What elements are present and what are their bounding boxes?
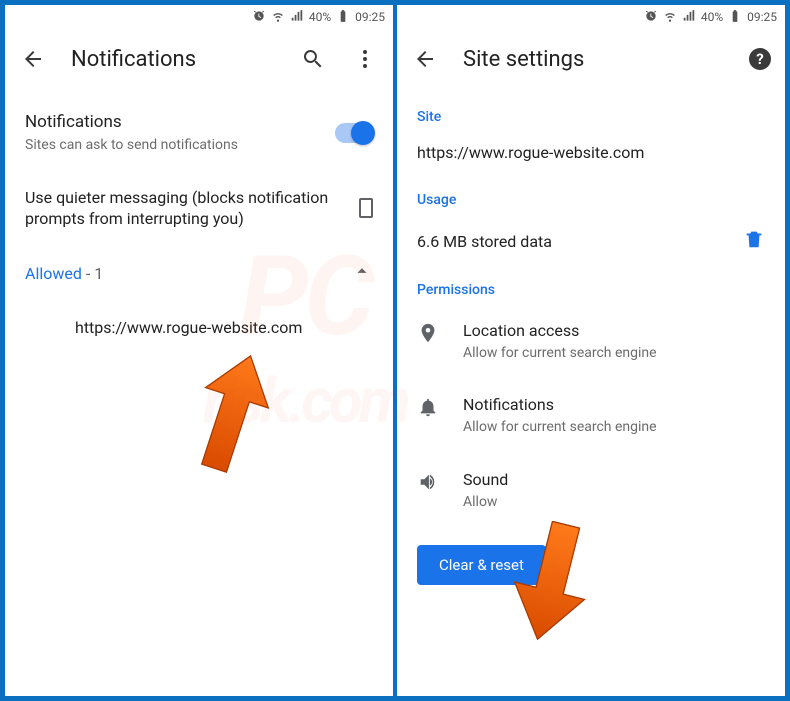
allowed-count: - 1 bbox=[86, 264, 103, 283]
wifi-icon bbox=[663, 9, 677, 26]
permission-sound-row[interactable]: Sound Allow bbox=[417, 453, 765, 527]
location-pin-icon bbox=[417, 320, 463, 344]
permission-subtext: Allow bbox=[463, 493, 765, 512]
overflow-menu-icon[interactable] bbox=[351, 45, 379, 73]
allowed-site-item[interactable]: https://www.rogue-website.com bbox=[25, 300, 373, 355]
back-arrow-icon[interactable] bbox=[19, 45, 47, 73]
battery-icon bbox=[728, 9, 742, 26]
quieter-checkbox[interactable] bbox=[359, 198, 373, 218]
speaker-icon bbox=[417, 469, 463, 493]
permission-title: Sound bbox=[463, 469, 765, 491]
wifi-icon bbox=[271, 9, 285, 26]
usage-row: 6.6 MB stored data bbox=[417, 214, 765, 268]
notifications-toggle-row[interactable]: Notifications Sites can ask to send noti… bbox=[25, 95, 373, 171]
section-site-label: Site bbox=[417, 95, 765, 131]
notifications-screen: 40% 09:25 Notifications Notifications Si… bbox=[3, 3, 395, 698]
notifications-switch[interactable] bbox=[335, 123, 373, 143]
notifications-label: Notifications bbox=[25, 111, 321, 134]
permission-title: Location access bbox=[463, 320, 765, 342]
battery-percent: 40% bbox=[309, 10, 331, 24]
clock-time: 09:25 bbox=[355, 10, 385, 24]
alarm-icon bbox=[252, 9, 266, 26]
bell-icon bbox=[417, 394, 463, 418]
quieter-label: Use quieter messaging (blocks notificati… bbox=[25, 187, 345, 230]
app-bar-left: Notifications bbox=[5, 29, 393, 89]
permission-subtext: Allow for current search engine bbox=[463, 344, 765, 363]
battery-percent: 40% bbox=[701, 10, 723, 24]
allowed-label: Allowed bbox=[25, 264, 82, 283]
status-bar-left: 40% 09:25 bbox=[5, 5, 393, 29]
clear-and-reset-button[interactable]: Clear & reset bbox=[417, 545, 546, 585]
alarm-icon bbox=[644, 9, 658, 26]
allowed-section-toggle[interactable]: Allowed - 1 bbox=[25, 246, 373, 300]
signal-icon bbox=[682, 9, 696, 26]
page-title: Notifications bbox=[71, 47, 275, 72]
quieter-messaging-row[interactable]: Use quieter messaging (blocks notificati… bbox=[25, 171, 373, 246]
usage-text: 6.6 MB stored data bbox=[417, 232, 743, 251]
notifications-subtext: Sites can ask to send notifications bbox=[25, 136, 321, 155]
help-icon[interactable]: ? bbox=[749, 48, 771, 70]
section-usage-label: Usage bbox=[417, 178, 765, 214]
permission-title: Notifications bbox=[463, 394, 765, 416]
permission-location-row[interactable]: Location access Allow for current search… bbox=[417, 304, 765, 378]
permission-subtext: Allow for current search engine bbox=[463, 418, 765, 437]
permission-notifications-row[interactable]: Notifications Allow for current search e… bbox=[417, 378, 765, 452]
search-icon[interactable] bbox=[299, 45, 327, 73]
clock-time: 09:25 bbox=[747, 10, 777, 24]
chevron-up-icon bbox=[351, 260, 373, 286]
app-bar-right: Site settings ? bbox=[397, 29, 785, 89]
signal-icon bbox=[290, 9, 304, 26]
back-arrow-icon[interactable] bbox=[411, 45, 439, 73]
status-bar-right: 40% 09:25 bbox=[397, 5, 785, 29]
site-settings-screen: 40% 09:25 Site settings ? Site https://w… bbox=[395, 3, 787, 698]
delete-storage-icon[interactable] bbox=[743, 228, 765, 254]
site-url-text: https://www.rogue-website.com bbox=[417, 131, 765, 178]
battery-icon bbox=[336, 9, 350, 26]
section-permissions-label: Permissions bbox=[417, 268, 765, 304]
page-title: Site settings bbox=[463, 47, 725, 72]
